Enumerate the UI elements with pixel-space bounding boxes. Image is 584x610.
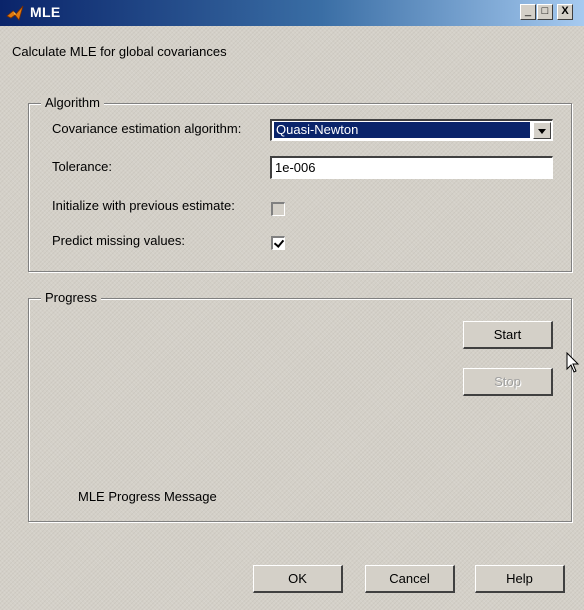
predict-missing-checkbox[interactable]	[271, 236, 285, 250]
algorithm-group-label: Algorithm	[41, 95, 104, 110]
covariance-algorithm-value: Quasi-Newton	[274, 122, 530, 138]
initialize-previous-checkbox[interactable]	[271, 202, 285, 216]
ok-button[interactable]: OK	[253, 565, 343, 593]
maximize-button[interactable]: □	[537, 4, 553, 20]
tolerance-label: Tolerance:	[52, 159, 112, 174]
start-button[interactable]: Start	[463, 321, 553, 349]
window-title: MLE	[30, 4, 61, 20]
cancel-button[interactable]: Cancel	[365, 565, 455, 593]
minimize-icon: _	[524, 5, 532, 17]
progress-message: MLE Progress Message	[78, 489, 217, 504]
close-icon: X	[561, 5, 569, 17]
tolerance-input[interactable]: 1e-006	[270, 156, 553, 179]
close-button[interactable]: X	[557, 4, 573, 20]
minimize-button[interactable]: _	[520, 4, 536, 20]
covariance-algorithm-select[interactable]: Quasi-Newton	[270, 119, 553, 141]
mouse-pointer-icon	[566, 352, 580, 373]
help-button[interactable]: Help	[475, 565, 565, 593]
covariance-algorithm-label: Covariance estimation algorithm:	[52, 121, 242, 136]
progress-group-label: Progress	[41, 290, 102, 305]
maximize-icon: □	[541, 5, 549, 17]
mle-dialog: MLE _ □ X Calculate MLE for global covar…	[0, 0, 584, 610]
predict-missing-label: Predict missing values:	[52, 233, 185, 248]
stop-button[interactable]: Stop	[463, 368, 553, 396]
title-bar[interactable]: MLE _ □ X	[0, 0, 584, 26]
matlab-logo-icon	[6, 5, 24, 21]
initialize-previous-label: Initialize with previous estimate:	[52, 198, 235, 213]
chevron-down-icon[interactable]	[533, 122, 551, 139]
dialog-description: Calculate MLE for global covariances	[12, 44, 227, 59]
